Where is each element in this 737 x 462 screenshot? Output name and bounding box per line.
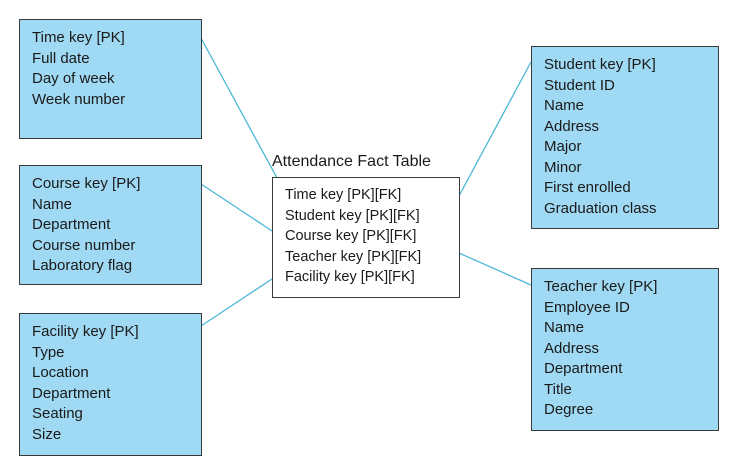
connector-time — [200, 37, 284, 190]
facility-field: Location — [32, 364, 89, 381]
connector-facility — [200, 278, 273, 327]
facility-field: Seating — [32, 405, 83, 422]
fact-field: Course key [PK][FK] — [285, 228, 417, 244]
teacher-field: Title — [544, 380, 572, 398]
teacher-field: Name — [544, 319, 585, 336]
course-field: Name — [32, 195, 73, 213]
time-dimension-table: Time key [PK] Full date Day of week Week… — [19, 19, 202, 139]
teacher-field: Teacher key [PK] — [544, 278, 658, 295]
course-dimension-table: Course key [PK] Name Department Course n… — [19, 165, 202, 285]
facility-field: Type — [32, 343, 65, 361]
course-field: Course number — [32, 236, 136, 254]
facility-field: Department — [32, 384, 111, 402]
time-field: Time key [PK] — [32, 29, 125, 46]
connector-course — [200, 183, 273, 232]
facility-field: Size — [32, 425, 62, 443]
student-field: First enrolled — [544, 179, 631, 196]
time-field: Full date — [32, 49, 90, 67]
time-field: Week number — [32, 90, 126, 108]
star-schema-diagram: Time key [PK] Full date Day of week Week… — [0, 0, 737, 462]
student-field: Graduation class — [544, 199, 657, 217]
fact-field: Student key [PK][FK] — [285, 207, 420, 224]
teacher-field: Degree — [544, 401, 594, 418]
fact-field: Teacher key [PK][FK] — [285, 248, 422, 265]
course-field: Laboratory flag — [32, 257, 133, 274]
fact-field: Facility key [PK][FK] — [285, 269, 415, 285]
student-field: Student ID — [544, 76, 615, 94]
fact-table-title: Attendance Fact Table — [272, 153, 431, 170]
connector-teacher — [458, 252, 532, 286]
teacher-field: Address — [544, 339, 600, 357]
facility-field: Facility key [PK] — [32, 323, 139, 340]
facility-dimension-table: Facility key [PK] Type Location Departme… — [19, 313, 202, 456]
student-field: Minor — [544, 158, 582, 176]
teacher-dimension-table: Teacher key [PK] Employee ID Name Addres… — [531, 268, 719, 431]
connector-student — [458, 61, 532, 197]
time-field: Day of week — [32, 70, 115, 87]
attendance-fact-table: Time key [PK][FK] Student key [PK][FK] C… — [272, 177, 460, 298]
course-field: Course key [PK] — [32, 175, 141, 192]
course-field: Department — [32, 216, 111, 233]
fact-field: Time key [PK][FK] — [285, 187, 402, 203]
student-field: Name — [544, 97, 585, 114]
teacher-field: Department — [544, 360, 623, 377]
student-dimension-table: Student key [PK] Student ID Name Address… — [531, 46, 719, 229]
student-field: Major — [544, 138, 582, 155]
teacher-field: Employee ID — [544, 298, 630, 316]
student-field: Address — [544, 117, 600, 135]
student-field: Student key [PK] — [544, 56, 656, 73]
